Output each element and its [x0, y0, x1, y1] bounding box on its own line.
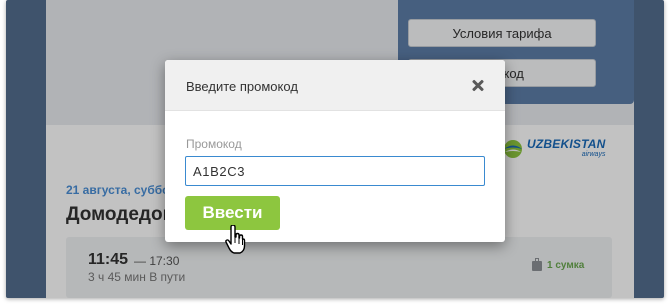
- dialog-title: Введите промокод: [186, 79, 298, 94]
- hand-pointer-icon: [224, 224, 246, 255]
- promo-code-dialog: Введите промокод Промокод Ввести: [165, 60, 505, 242]
- promo-code-input[interactable]: [185, 156, 485, 186]
- dialog-header: Введите промокод: [165, 60, 505, 111]
- close-icon[interactable]: [470, 77, 488, 95]
- promo-code-label: Промокод: [186, 137, 242, 151]
